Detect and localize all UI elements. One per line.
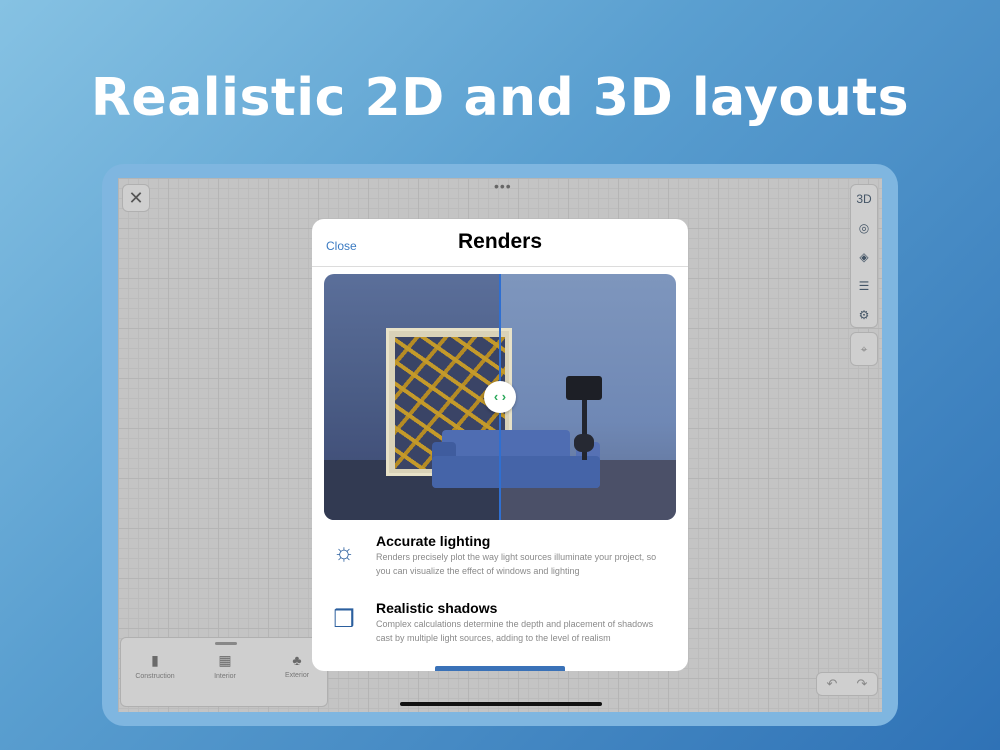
camera-icon[interactable]: ◎	[851, 214, 877, 243]
headline: Realistic 2D and 3D layouts	[90, 68, 910, 128]
focus-icon[interactable]: ⌖	[850, 332, 878, 366]
close-icon[interactable]: ✕	[122, 184, 150, 212]
settings-icon[interactable]: ⚙	[851, 301, 877, 330]
comparison-slider-handle[interactable]: ‹ ›	[484, 381, 516, 413]
tab-exterior-label: Exterior	[284, 672, 310, 679]
tab-interior-label: Interior	[214, 673, 236, 680]
floor-lamp-base	[574, 434, 594, 452]
feature-title: Realistic shadows	[376, 600, 498, 616]
construction-icon: ▮	[151, 652, 159, 668]
renders-modal: Close Renders ‹ › ☼ Accurate lighting Re…	[312, 219, 688, 671]
3d-view-button[interactable]: 3D	[851, 185, 877, 214]
redo-icon[interactable]: ↷	[857, 676, 868, 692]
feature-description: Renders precisely plot the way light sou…	[376, 552, 657, 576]
shadow-layers-icon: ❒	[333, 606, 355, 633]
floor-lamp-shade	[566, 376, 602, 400]
interior-icon: ▦	[218, 652, 232, 668]
list-icon[interactable]: ☰	[851, 272, 877, 301]
layers-icon[interactable]: ◈	[851, 243, 877, 272]
home-indicator[interactable]	[400, 702, 602, 706]
modal-title: Renders	[457, 230, 543, 253]
sofa-seat	[432, 456, 600, 488]
sun-icon: ☼	[333, 539, 355, 566]
tab-interior[interactable]: ▦ Interior	[195, 652, 255, 680]
catalog-panel: ▮ Construction ▦ Interior ♣ Exterior	[120, 637, 328, 707]
multitask-dots[interactable]: •••	[494, 179, 512, 193]
modal-action-button[interactable]	[435, 666, 565, 671]
feature-description: Complex calculations determine the depth…	[376, 619, 654, 643]
undo-redo-group: ↶ ↷	[816, 672, 878, 696]
tab-construction-label: Construction	[135, 673, 175, 680]
render-comparison-image: ‹ ›	[324, 274, 676, 520]
divider	[312, 266, 688, 267]
right-toolbar: 3D ◎ ◈ ☰ ⚙	[850, 184, 878, 328]
tab-construction[interactable]: ▮ Construction	[125, 652, 185, 680]
panel-drag-handle[interactable]	[215, 642, 237, 645]
undo-icon[interactable]: ↶	[827, 676, 838, 692]
feature-title: Accurate lighting	[376, 533, 491, 549]
